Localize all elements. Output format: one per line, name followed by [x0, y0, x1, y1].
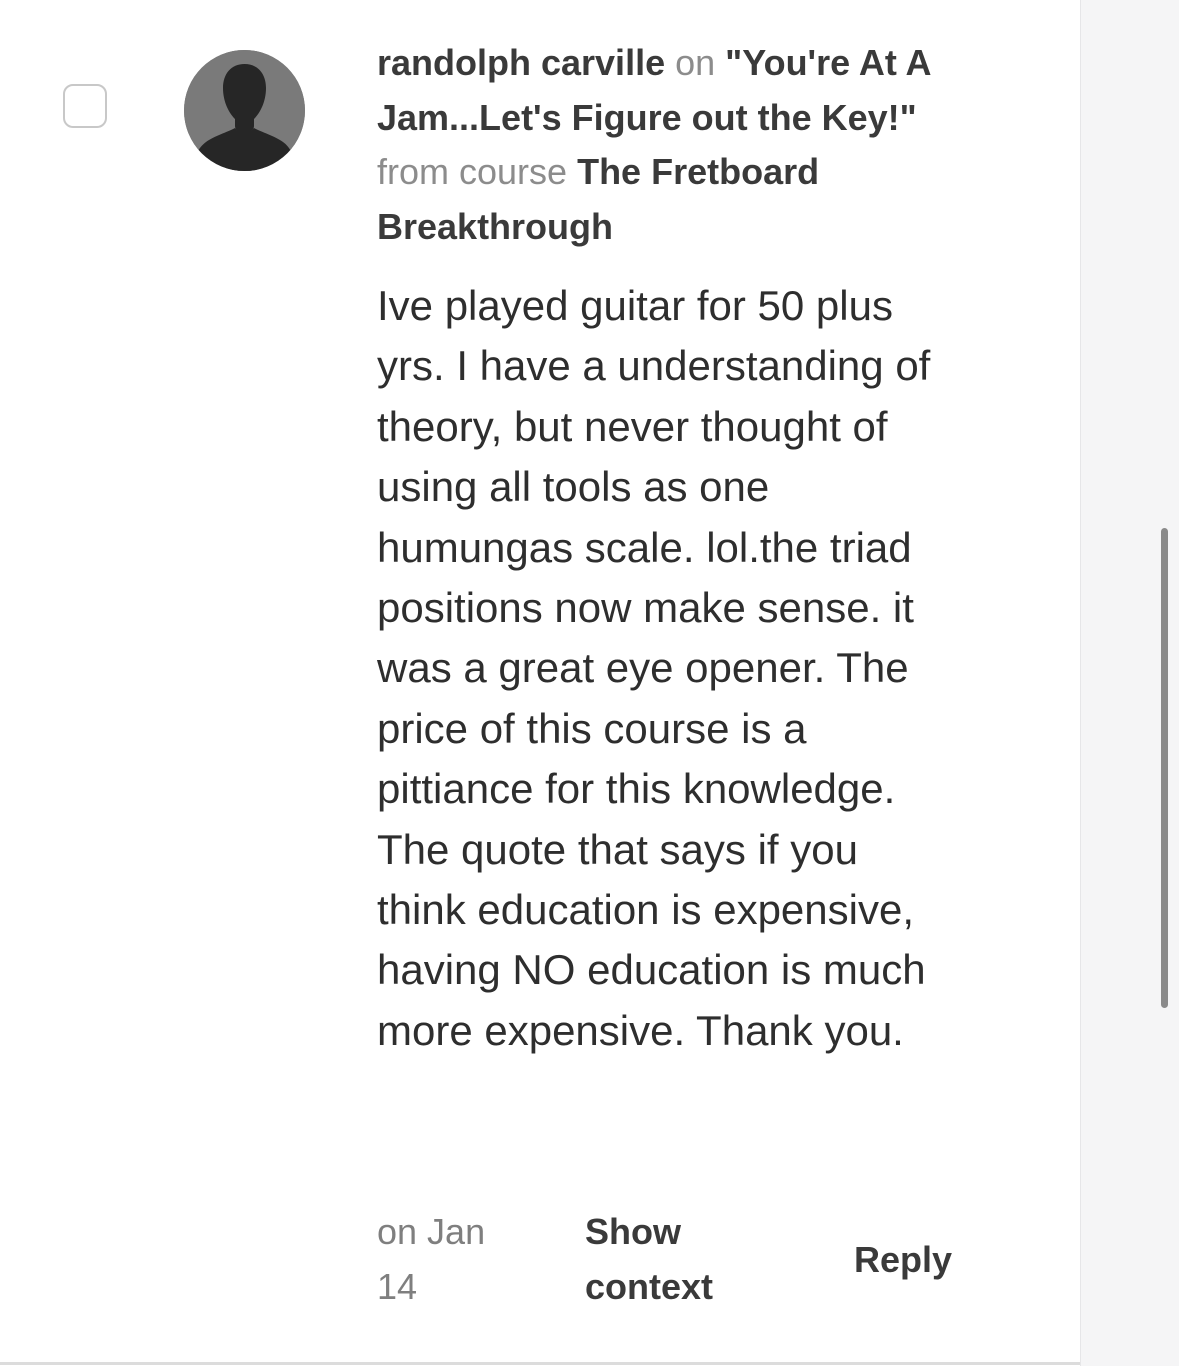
- on-label: on: [675, 42, 716, 83]
- comment-date: on Jan 14: [377, 1211, 486, 1307]
- comment-body: Ive played guitar for 50 plus yrs. I hav…: [377, 282, 931, 1054]
- select-comment-checkbox[interactable]: [63, 84, 107, 128]
- from-course-label: from course: [377, 151, 568, 192]
- user-avatar-icon: [184, 50, 305, 171]
- comment-footer: on Jan 14 Show context Reply: [377, 1204, 977, 1324]
- comment-content: randolph carville on "You're At A Jam...…: [377, 36, 952, 1061]
- right-side-panel: [1080, 0, 1179, 1366]
- reply-button[interactable]: Reply: [854, 1232, 952, 1287]
- author-name-link[interactable]: randolph carville: [377, 42, 665, 83]
- show-context-button[interactable]: Show context: [585, 1204, 745, 1314]
- comment-divider: [0, 1362, 1080, 1365]
- comment-list: randolph carville on "You're At A Jam...…: [0, 0, 1080, 1363]
- comments-page: randolph carville on "You're At A Jam...…: [0, 0, 1179, 1366]
- scrollbar-thumb[interactable]: [1161, 528, 1168, 1008]
- comment-meta: randolph carville on "You're At A Jam...…: [377, 36, 937, 254]
